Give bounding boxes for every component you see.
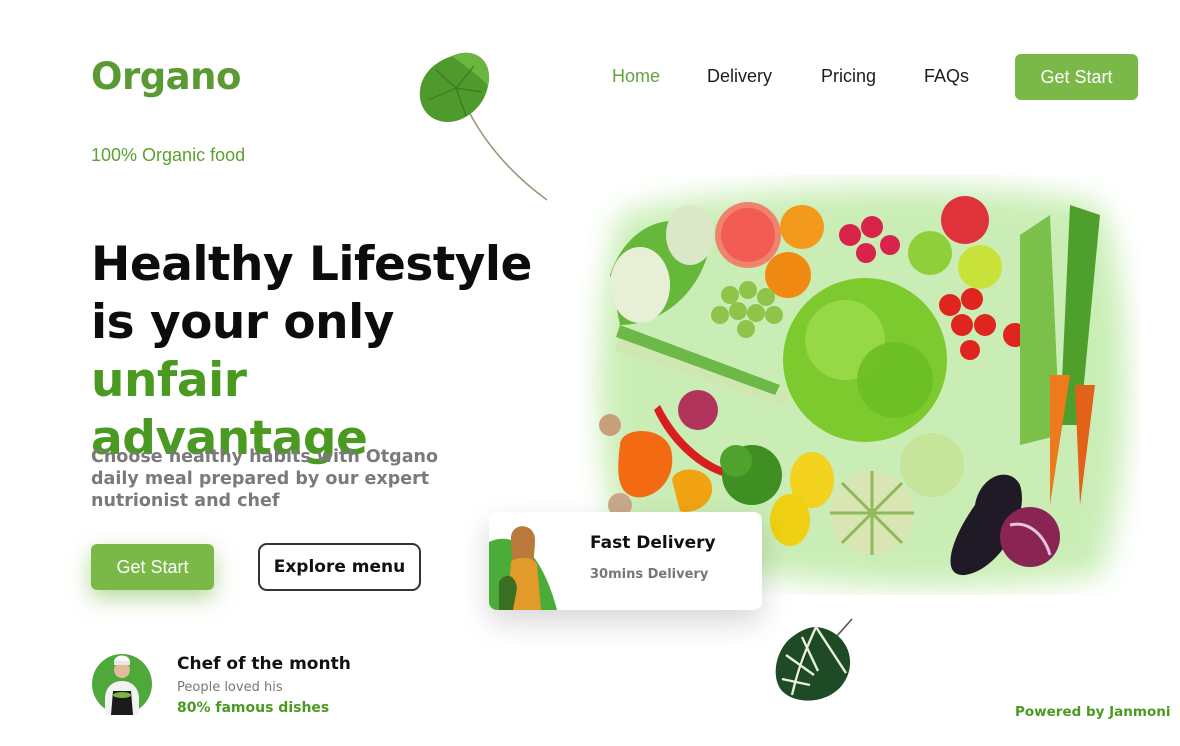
hero-description: Choose healthy habits with Otgano daily …: [91, 447, 438, 511]
headline-highlight1: unfair: [91, 353, 247, 408]
nav-home[interactable]: Home: [612, 66, 660, 87]
nav-get-start-button[interactable]: Get Start: [1015, 54, 1138, 100]
headline-line1: Healthy Lifestyle: [91, 237, 532, 292]
brand-tagline: 100% Organic food: [91, 145, 246, 165]
card-title: Fast Delivery: [590, 533, 716, 553]
chef-avatar: [92, 654, 152, 715]
explore-menu-button[interactable]: Explore menu: [258, 543, 421, 591]
headline-line2: is your only: [91, 295, 394, 350]
hero-get-start-button[interactable]: Get Start: [91, 544, 214, 590]
nav-delivery[interactable]: Delivery: [707, 66, 772, 87]
main-nav: Home Delivery Pricing FAQs: [0, 66, 1180, 90]
fast-delivery-card: Fast Delivery 30mins Delivery: [489, 512, 762, 610]
monstera-leaf-icon: [775, 618, 853, 701]
card-subtitle: 30mins Delivery: [590, 567, 709, 582]
chef-highlight: 80% famous dishes: [177, 700, 330, 716]
delivery-person-image: [489, 526, 557, 610]
nav-pricing[interactable]: Pricing: [821, 66, 876, 87]
powered-by-credit[interactable]: Powered by Janmoni: [1015, 704, 1170, 720]
chef-title: Chef of the month: [177, 654, 351, 674]
chef-subtitle: People loved his: [177, 680, 283, 695]
hero-headline: Healthy Lifestyle is your only unfair ad…: [91, 236, 561, 468]
nav-faqs[interactable]: FAQs: [924, 66, 969, 87]
